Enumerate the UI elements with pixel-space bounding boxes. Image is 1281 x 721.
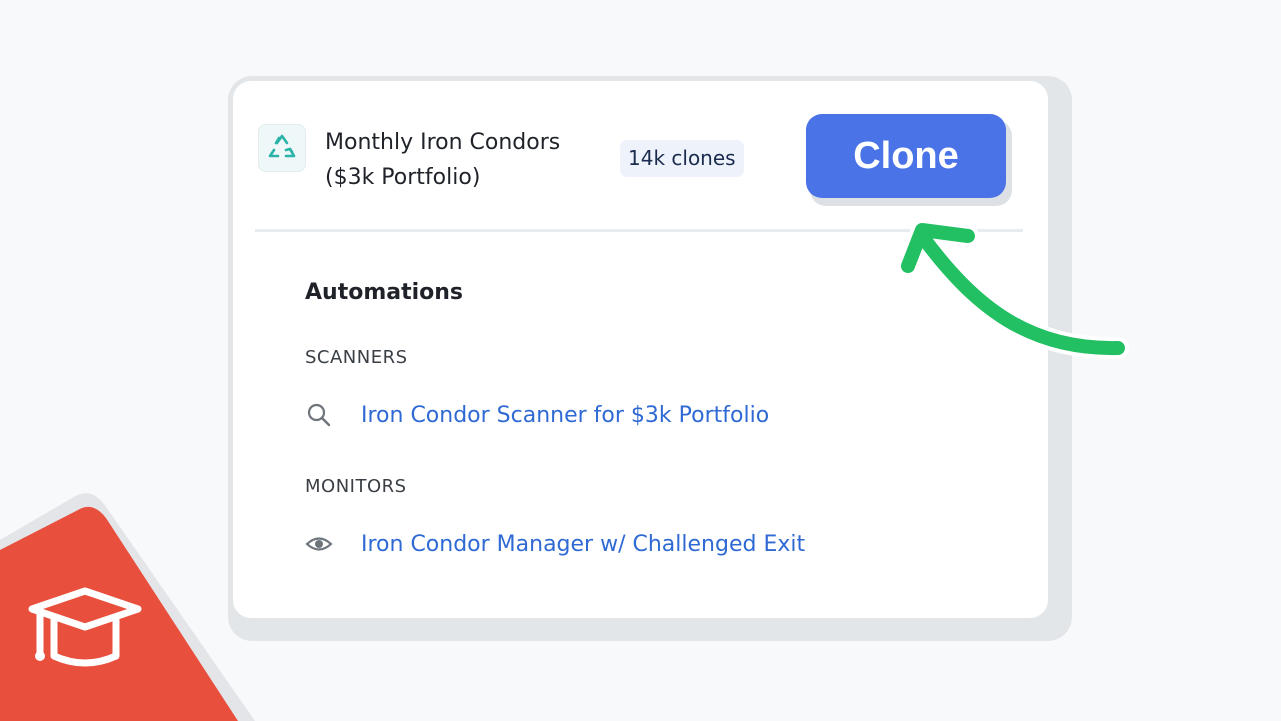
monitor-link-label: Iron Condor Manager w/ Challenged Exit <box>361 531 806 557</box>
strategy-title-line2: ($3k Portfolio) <box>325 165 481 190</box>
scanner-link[interactable]: Iron Condor Scanner for $3k Portfolio <box>305 400 769 430</box>
recycle-icon <box>258 124 306 172</box>
monitor-link[interactable]: Iron Condor Manager w/ Challenged Exit <box>305 529 805 559</box>
eye-icon <box>305 530 333 558</box>
education-badge <box>0 493 255 721</box>
scanner-link-label: Iron Condor Scanner for $3k Portfolio <box>361 402 770 428</box>
monitors-label: MONITORS <box>305 476 407 497</box>
scanners-label: SCANNERS <box>305 347 408 368</box>
clone-button[interactable]: Clone <box>806 114 1006 198</box>
green-arrow-icon <box>897 219 1129 360</box>
strategy-title: Monthly Iron Condors ($3k Portfolio) <box>325 125 615 195</box>
search-icon <box>305 401 333 429</box>
automations-heading: Automations <box>305 280 464 305</box>
clones-badge: 14k clones <box>620 140 744 177</box>
strategy-title-line1: Monthly Iron Condors <box>325 130 561 155</box>
